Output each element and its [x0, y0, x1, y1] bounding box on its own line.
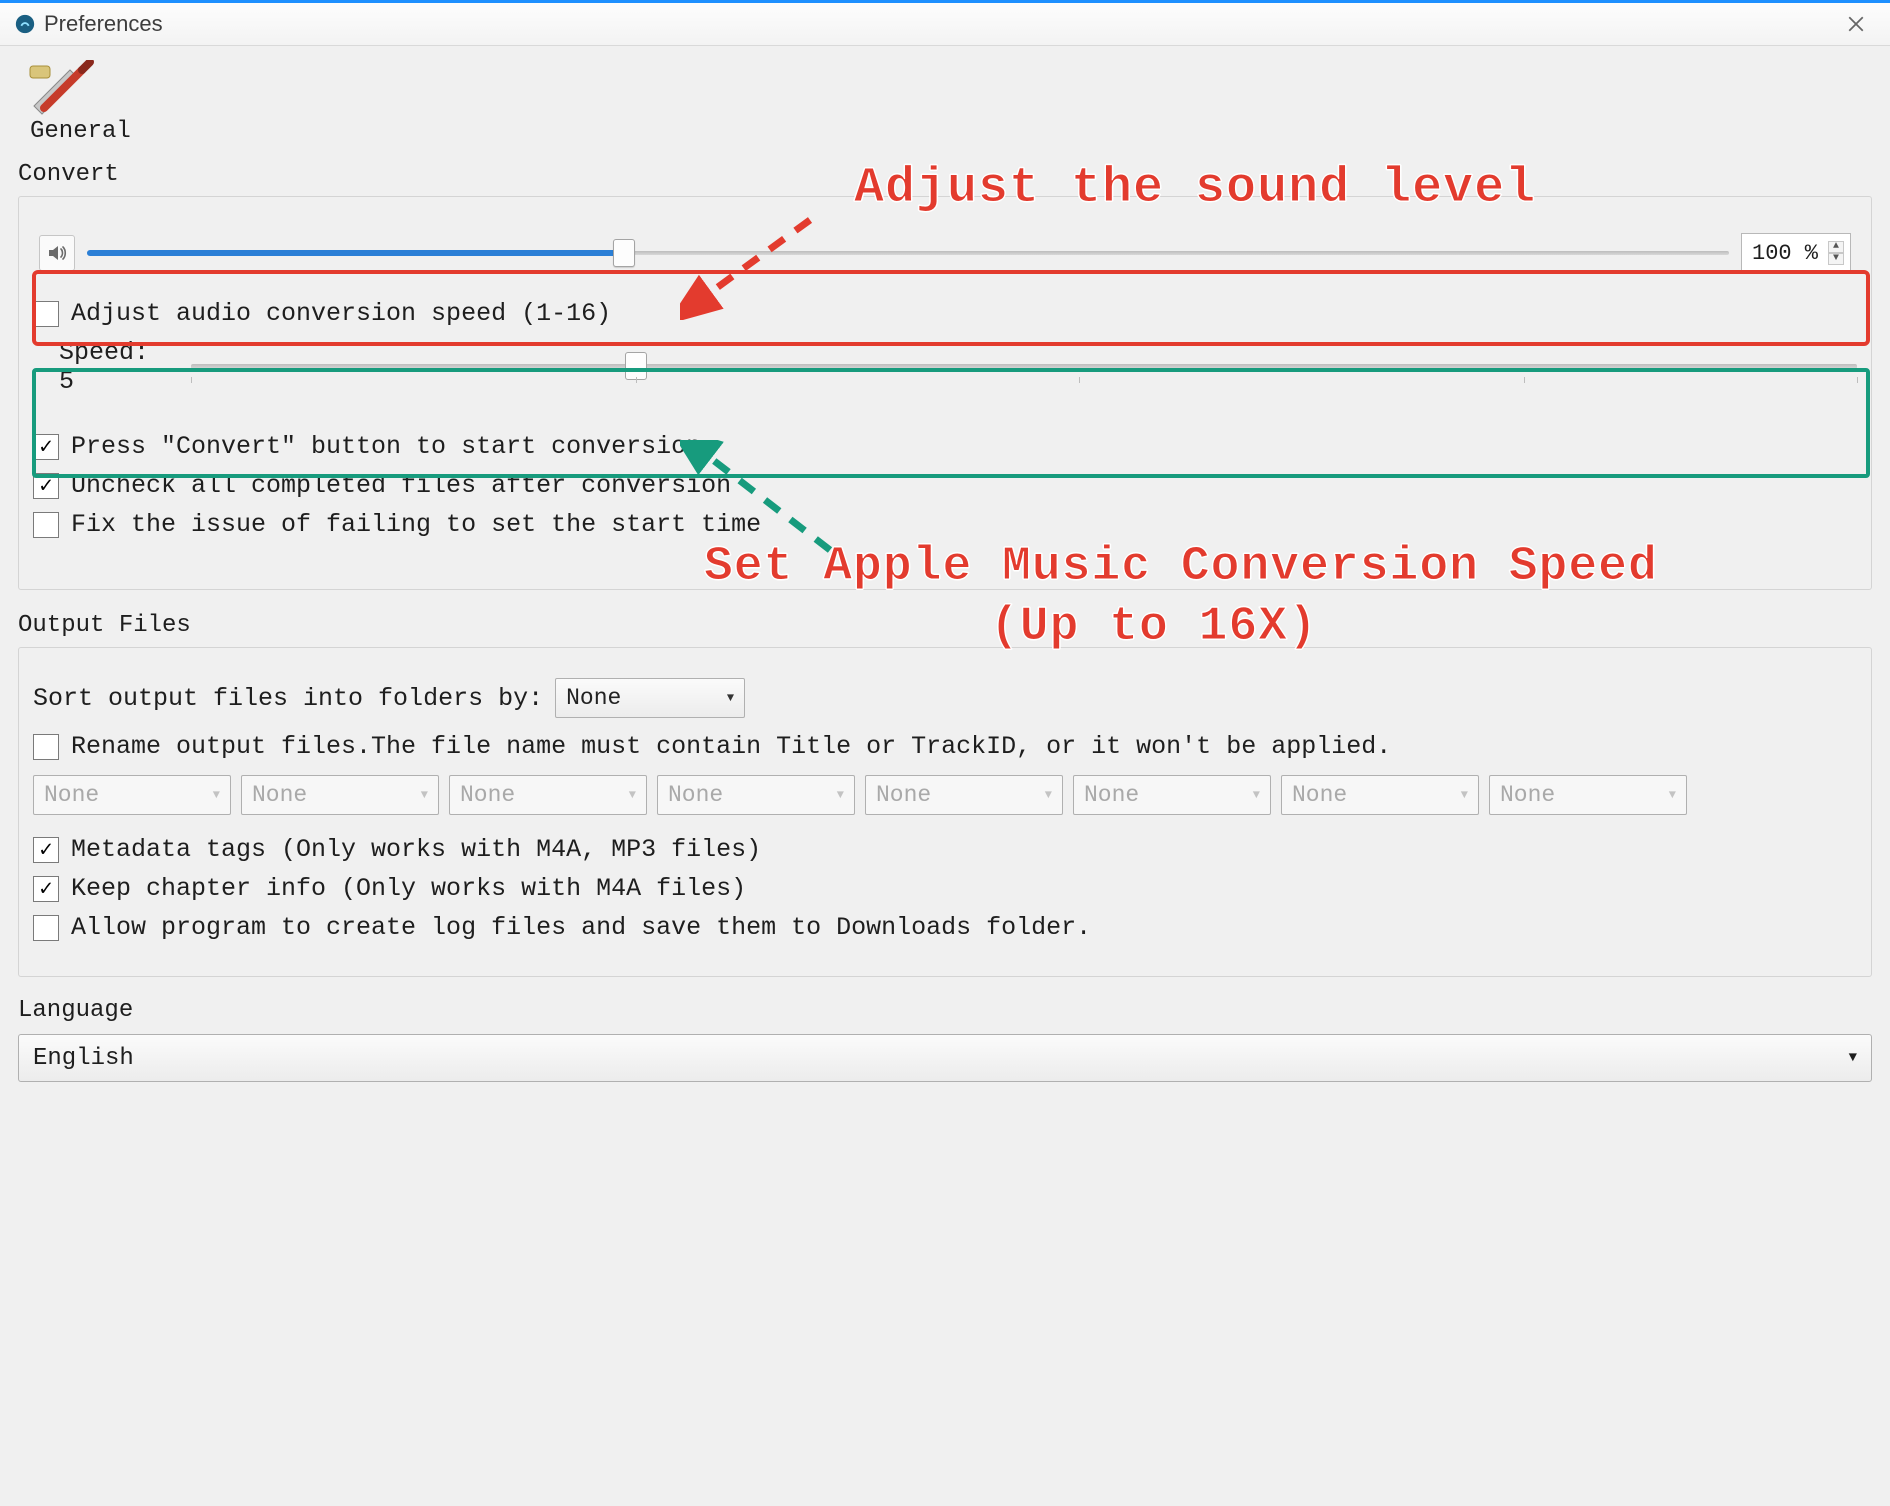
- press-convert-label: Press "Convert" button to start conversi…: [71, 432, 701, 461]
- chapter-checkbox[interactable]: ✓: [33, 876, 59, 902]
- speed-label: Speed: 5: [59, 338, 179, 396]
- metadata-row: ✓ Metadata tags (Only works with M4A, MP…: [33, 835, 1857, 864]
- section-language-title: Language: [18, 997, 1872, 1024]
- press-convert-row: ✓ Press "Convert" button to start conver…: [33, 432, 1857, 461]
- log-row: ✓ Allow program to create log files and …: [33, 913, 1857, 942]
- volume-row: 100 % ▲ ▼: [33, 225, 1857, 281]
- press-convert-checkbox[interactable]: ✓: [33, 434, 59, 460]
- volume-slider-thumb[interactable]: [613, 239, 635, 267]
- rename-slot-1[interactable]: None▼: [33, 775, 231, 815]
- chevron-down-icon: ▼: [837, 788, 844, 802]
- rename-slot-3[interactable]: None▼: [449, 775, 647, 815]
- volume-percent-input[interactable]: 100 % ▲ ▼: [1741, 233, 1851, 273]
- uncheck-completed-checkbox[interactable]: ✓: [33, 473, 59, 499]
- speed-slider[interactable]: [191, 357, 1857, 377]
- uncheck-completed-label: Uncheck all completed files after conver…: [71, 471, 731, 500]
- section-convert-title: Convert: [18, 161, 1872, 188]
- app-icon: [14, 13, 36, 35]
- rename-slot-4[interactable]: None▼: [657, 775, 855, 815]
- tab-general-label: General: [30, 118, 131, 145]
- titlebar: Preferences: [0, 0, 1890, 46]
- preferences-panel: General Convert 100 % ▲ ▼ ✓: [0, 46, 1890, 1506]
- chevron-down-icon: ▼: [629, 788, 636, 802]
- metadata-checkbox[interactable]: ✓: [33, 837, 59, 863]
- rename-slots-row: None▼ None▼ None▼ None▼ None▼ None▼ None…: [33, 775, 1857, 815]
- speed-row: Speed: 5: [59, 338, 1857, 396]
- language-value: English: [33, 1045, 134, 1072]
- sort-by-label: Sort output files into folders by:: [33, 684, 543, 713]
- chevron-down-icon: ▼: [421, 788, 428, 802]
- volume-spin-down[interactable]: ▼: [1828, 253, 1844, 265]
- log-checkbox[interactable]: ✓: [33, 915, 59, 941]
- chevron-down-icon: ▼: [1461, 788, 1468, 802]
- tab-general[interactable]: General: [18, 60, 136, 145]
- rename-slot-6[interactable]: None▼: [1073, 775, 1271, 815]
- rename-row: ✓ Rename output files.The file name must…: [33, 732, 1857, 761]
- adjust-speed-row: ✓ Adjust audio conversion speed (1-16): [33, 299, 1857, 328]
- fix-start-time-row: ✓ Fix the issue of failing to set the st…: [33, 510, 1857, 539]
- close-icon: [1847, 15, 1865, 33]
- chevron-down-icon: ▼: [213, 788, 220, 802]
- section-output-title: Output Files: [18, 612, 1872, 639]
- rename-slot-2[interactable]: None▼: [241, 775, 439, 815]
- sort-by-dropdown[interactable]: None ▼: [555, 678, 745, 718]
- rename-slot-5[interactable]: None▼: [865, 775, 1063, 815]
- sort-by-value: None: [566, 685, 621, 711]
- convert-group: 100 % ▲ ▼ ✓ Adjust audio conversion spee…: [18, 196, 1872, 590]
- volume-spin-up[interactable]: ▲: [1828, 241, 1844, 253]
- log-label: Allow program to create log files and sa…: [71, 913, 1091, 942]
- volume-slider[interactable]: [87, 244, 1729, 262]
- volume-spinner[interactable]: ▲ ▼: [1828, 241, 1844, 265]
- chapter-label: Keep chapter info (Only works with M4A f…: [71, 874, 746, 903]
- sort-by-row: Sort output files into folders by: None …: [33, 678, 1857, 718]
- tools-icon: [24, 60, 96, 116]
- chevron-down-icon: ▼: [1849, 1050, 1857, 1066]
- close-button[interactable]: [1836, 4, 1876, 44]
- fix-start-time-checkbox[interactable]: ✓: [33, 512, 59, 538]
- chevron-down-icon: ▼: [1045, 788, 1052, 802]
- output-group: Sort output files into folders by: None …: [18, 647, 1872, 977]
- metadata-label: Metadata tags (Only works with M4A, MP3 …: [71, 835, 761, 864]
- rename-label: Rename output files.The file name must c…: [71, 732, 1391, 761]
- speaker-icon: [39, 235, 75, 271]
- rename-slot-8[interactable]: None▼: [1489, 775, 1687, 815]
- uncheck-completed-row: ✓ Uncheck all completed files after conv…: [33, 471, 1857, 500]
- window-title: Preferences: [44, 11, 163, 37]
- chevron-down-icon: ▼: [1669, 788, 1676, 802]
- adjust-speed-label: Adjust audio conversion speed (1-16): [71, 299, 611, 328]
- rename-checkbox[interactable]: ✓: [33, 734, 59, 760]
- volume-percent-value: 100 %: [1752, 241, 1818, 266]
- chapter-row: ✓ Keep chapter info (Only works with M4A…: [33, 874, 1857, 903]
- speed-slider-thumb[interactable]: [625, 352, 647, 380]
- chevron-down-icon: ▼: [727, 691, 734, 705]
- adjust-speed-checkbox[interactable]: ✓: [33, 301, 59, 327]
- language-dropdown[interactable]: English ▼: [18, 1034, 1872, 1082]
- fix-start-time-label: Fix the issue of failing to set the star…: [71, 510, 761, 539]
- rename-slot-7[interactable]: None▼: [1281, 775, 1479, 815]
- chevron-down-icon: ▼: [1253, 788, 1260, 802]
